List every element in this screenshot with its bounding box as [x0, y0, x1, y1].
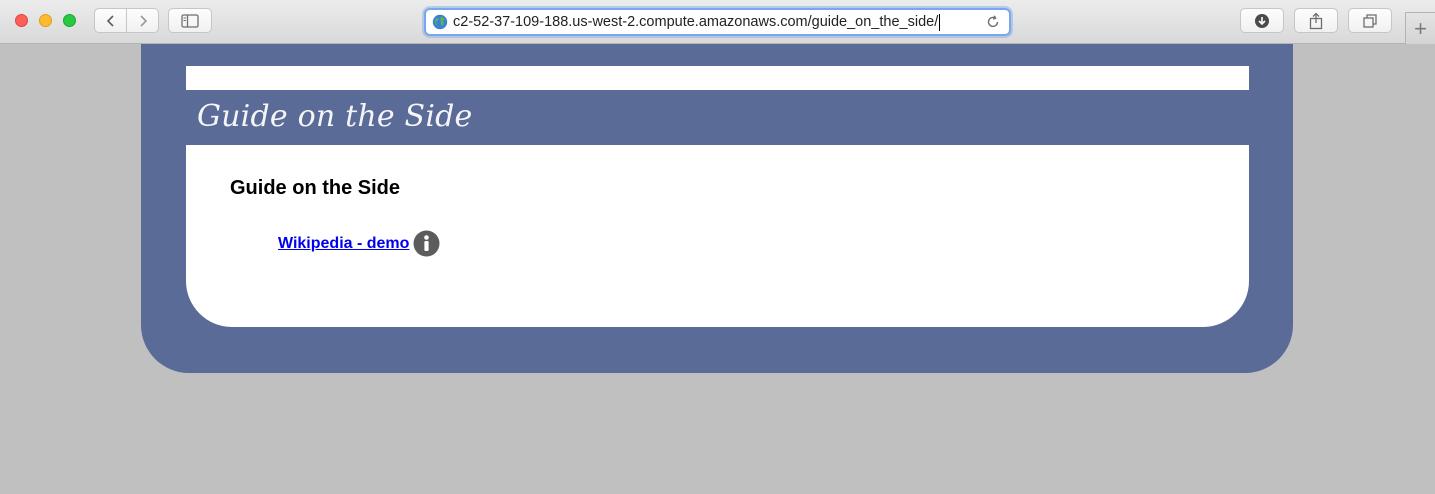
close-window-button[interactable]	[15, 14, 28, 27]
downloads-button[interactable]	[1240, 8, 1284, 33]
new-tab-button[interactable]: +	[1405, 12, 1435, 44]
navigation-buttons	[94, 8, 159, 33]
show-tabs-button[interactable]	[1348, 8, 1392, 33]
maximize-window-button[interactable]	[63, 14, 76, 27]
tabs-icon	[1363, 13, 1377, 28]
reload-icon[interactable]	[985, 14, 1001, 30]
site-title: Guide on the Side	[197, 99, 473, 134]
back-button[interactable]	[95, 9, 127, 32]
url-text[interactable]: c2-52-37-109-188.us-west-2.compute.amazo…	[453, 13, 941, 31]
forward-button[interactable]	[127, 9, 158, 32]
browser-toolbar: c2-52-37-109-188.us-west-2.compute.amazo…	[0, 0, 1435, 44]
sidebar-icon	[181, 13, 199, 28]
share-icon	[1309, 12, 1323, 29]
sidebar-toggle-button[interactable]	[168, 8, 212, 33]
page-frame: Guide on the Side Guide on the Side Wiki…	[141, 44, 1293, 373]
list-item: Wikipedia - demo	[278, 230, 440, 257]
chevron-left-icon	[106, 14, 114, 27]
address-bar[interactable]: c2-52-37-109-188.us-west-2.compute.amazo…	[424, 8, 1011, 36]
chevron-right-icon	[139, 14, 147, 27]
share-button[interactable]	[1294, 8, 1338, 33]
download-icon	[1255, 13, 1269, 28]
header-strip	[186, 66, 1249, 90]
minimize-window-button[interactable]	[39, 14, 52, 27]
info-icon[interactable]	[413, 230, 440, 257]
content-heading: Guide on the Side	[230, 177, 401, 199]
content-card: Guide on the Side Wikipedia - demo	[186, 145, 1249, 327]
plus-icon: +	[1414, 15, 1427, 41]
globe-icon	[432, 14, 448, 30]
guide-link-wikipedia-demo[interactable]: Wikipedia - demo	[278, 235, 409, 253]
